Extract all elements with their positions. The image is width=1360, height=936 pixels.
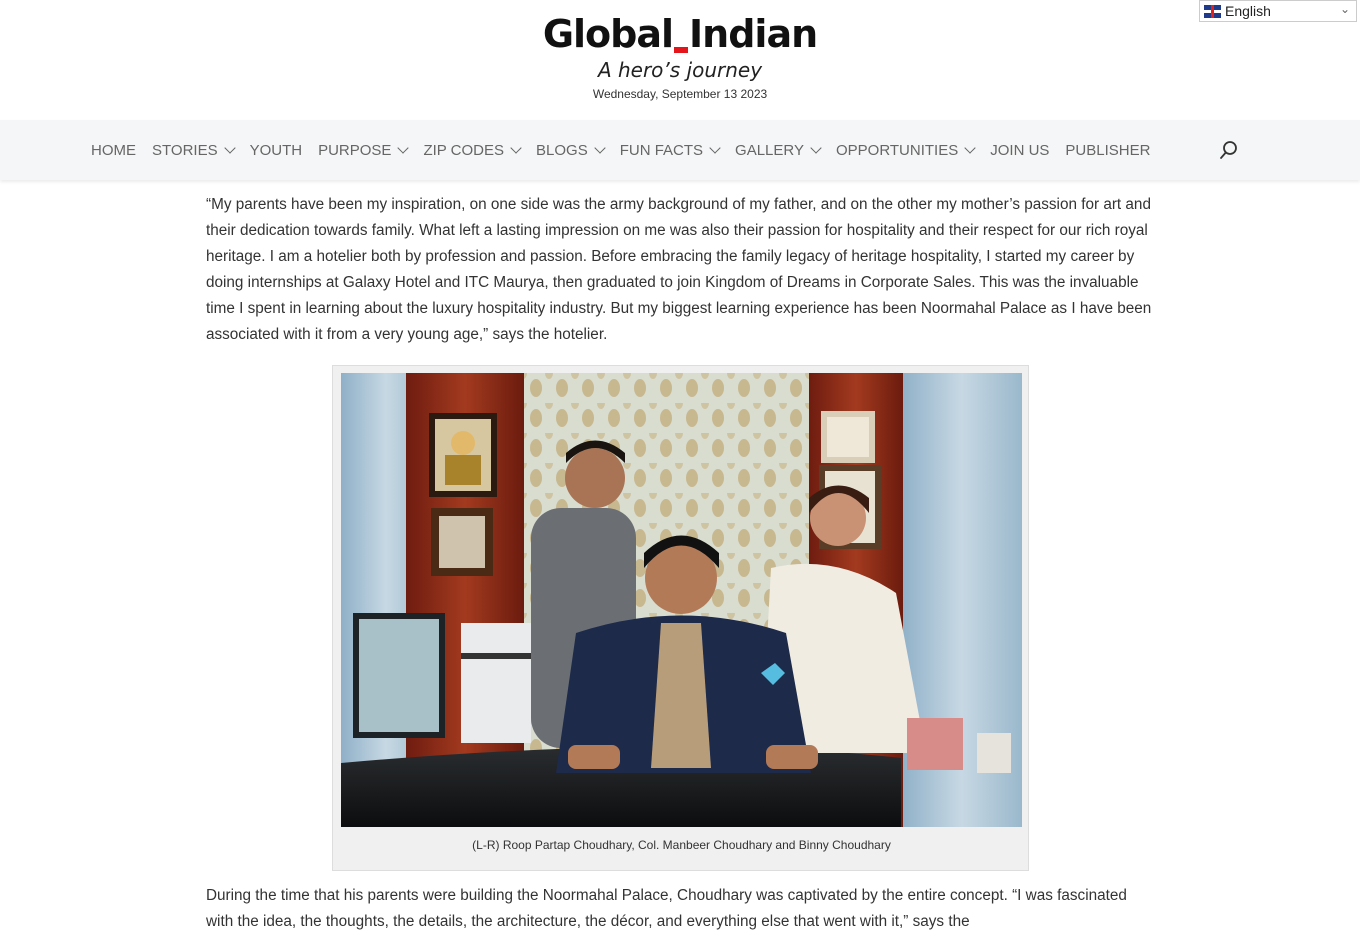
- nav-item-label: STORIES: [152, 141, 218, 159]
- figure-caption: (L-R) Roop Partap Choudhary, Col. Manbee…: [472, 838, 891, 852]
- article-paragraph: During the time that his parents were bu…: [206, 887, 1127, 930]
- chevron-down-icon: ⌄: [1339, 2, 1350, 16]
- nav-item-zip-codes[interactable]: ZIP CODES: [423, 141, 522, 159]
- nav-item-label: ZIP CODES: [423, 141, 505, 159]
- chevron-down-icon: [397, 142, 410, 154]
- site-logo[interactable]: Global Indian: [0, 12, 1360, 56]
- logo-text-left: Global: [542, 12, 674, 56]
- nav-item-opportunities[interactable]: OPPORTUNITIES: [835, 141, 976, 159]
- chevron-down-icon: [964, 142, 976, 154]
- nav-item-label: FUN FACTS: [619, 141, 704, 159]
- nav-item-publisher[interactable]: PUBLISHER: [1065, 142, 1150, 159]
- nav-item-gallery[interactable]: GALLERY: [735, 141, 822, 159]
- chevron-down-icon: [223, 142, 236, 154]
- nav-item-label: PURPOSE: [318, 141, 392, 159]
- chevron-down-icon: [810, 142, 822, 154]
- language-label: English: [1225, 3, 1271, 19]
- nav-item-join-us[interactable]: JOIN US: [990, 142, 1049, 159]
- nav-item-label: GALLERY: [735, 141, 804, 159]
- site-header: Global Indian A hero’s journey Wednesday,…: [0, 0, 1360, 120]
- nav-item-label: YOUTH: [249, 141, 303, 159]
- site-tagline: A hero’s journey: [597, 58, 763, 82]
- nav-item-blogs[interactable]: BLOGS: [536, 141, 606, 159]
- uk-flag-icon: [1204, 5, 1221, 18]
- chevron-down-icon: [709, 142, 721, 154]
- nav-item-label: PUBLISHER: [1065, 141, 1151, 159]
- logo-underscore: [674, 47, 689, 53]
- logo-text-right: Indian: [689, 12, 818, 56]
- chevron-down-icon: [510, 142, 522, 154]
- nav-item-label: OPPORTUNITIES: [835, 141, 959, 159]
- nav-item-stories[interactable]: STORIES: [152, 141, 236, 159]
- nav-item-label: BLOGS: [536, 141, 588, 159]
- nav-item-purpose[interactable]: PURPOSE: [318, 141, 410, 159]
- current-date: Wednesday, September 13 2023: [592, 87, 768, 101]
- search-icon[interactable]: [1219, 140, 1239, 160]
- nav-item-home[interactable]: HOME: [91, 142, 136, 159]
- language-selector[interactable]: English ⌄: [1199, 0, 1357, 22]
- article-photo: [341, 373, 1022, 827]
- nav-item-fun-facts[interactable]: FUN FACTS: [619, 141, 721, 159]
- article-figure: (L-R) Roop Partap Choudhary, Col. Manbee…: [332, 365, 1029, 871]
- main-navigation: HOME STORIES YOUTH PURPOSE ZIP CODES BLOGS FUN…: [0, 120, 1360, 180]
- nav-item-label: JOIN US: [990, 141, 1050, 159]
- chevron-down-icon: [594, 142, 606, 154]
- nav-item-label: HOME: [91, 141, 136, 159]
- article-paragraph: “My parents have been my inspiration, on…: [206, 196, 1152, 343]
- nav-menu: HOME STORIES YOUTH PURPOSE ZIP CODES BLOGS FUN…: [91, 120, 1166, 180]
- nav-item-youth[interactable]: YOUTH: [250, 142, 303, 159]
